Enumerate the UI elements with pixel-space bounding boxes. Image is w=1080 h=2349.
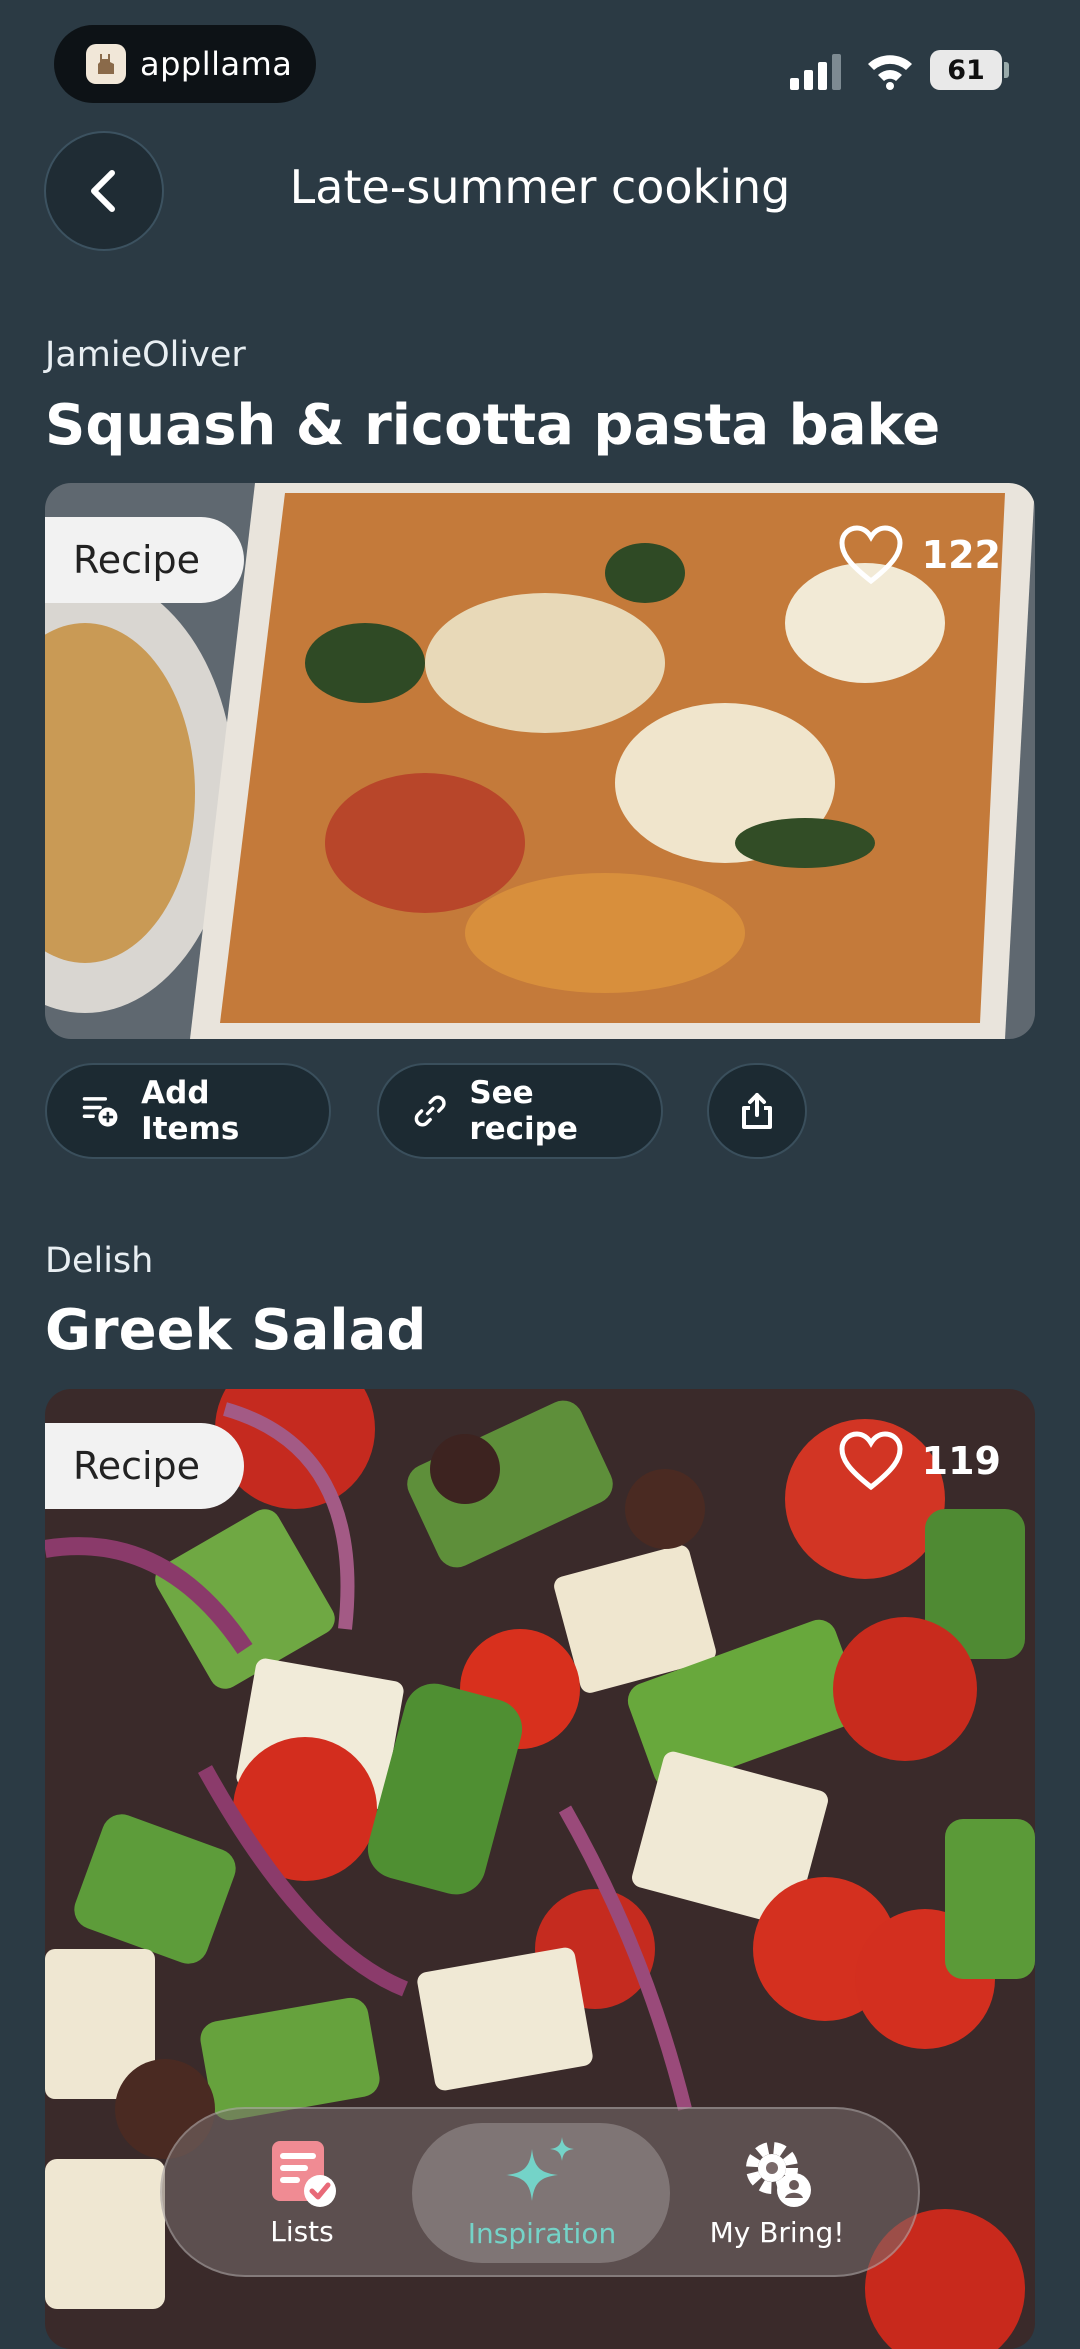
tab-my-bring-label: My Bring! xyxy=(709,2215,845,2249)
battery-nub xyxy=(1004,62,1009,78)
likes-count: 119 xyxy=(921,1439,1001,1483)
heart-icon[interactable] xyxy=(838,1431,904,1491)
lists-icon xyxy=(272,2140,336,2207)
likes[interactable]: 122 xyxy=(838,525,1001,585)
share-button[interactable] xyxy=(707,1063,807,1159)
add-items-button[interactable]: Add Items xyxy=(45,1063,331,1159)
link-icon xyxy=(414,1095,446,1127)
carrier-name: appllama xyxy=(140,45,293,83)
tab-inspiration-label: Inspiration xyxy=(467,2216,617,2250)
signal-icon xyxy=(790,54,841,90)
likes[interactable]: 119 xyxy=(838,1431,1001,1491)
see-recipe-label: See recipe xyxy=(469,1075,578,1147)
bottom-tab-bar: Lists Inspiration My Bring! xyxy=(160,2107,920,2277)
add-to-list-icon xyxy=(82,1097,118,1127)
tab-lists-label: Lists xyxy=(270,2214,334,2248)
likes-count: 122 xyxy=(921,533,1001,577)
sparkles-icon xyxy=(506,2136,574,2201)
recipe-type-badge: Recipe xyxy=(45,517,245,603)
status-bar: appllama 61 xyxy=(0,0,1080,110)
add-items-label: Add Items xyxy=(141,1075,240,1147)
settings-profile-icon xyxy=(746,2141,811,2207)
see-recipe-button[interactable]: See recipe xyxy=(377,1063,663,1159)
tab-my-bring[interactable]: My Bring! xyxy=(672,2109,882,2275)
recipe-source[interactable]: Delish xyxy=(45,1241,153,1281)
page-title: Late-summer cooking xyxy=(289,160,791,214)
recipe-source[interactable]: JamieOliver xyxy=(45,335,246,375)
battery-indicator: 61 xyxy=(930,50,1002,90)
share-icon xyxy=(742,1093,772,1129)
tab-inspiration[interactable]: Inspiration xyxy=(432,2109,652,2275)
tab-lists[interactable]: Lists xyxy=(202,2109,402,2275)
wifi-icon xyxy=(868,55,912,90)
recipe-type-badge: Recipe xyxy=(45,1423,245,1509)
recipe-image[interactable]: Recipe 122 xyxy=(45,483,1035,1039)
carrier-pill: appllama xyxy=(54,25,316,103)
llama-logo-icon xyxy=(86,44,126,84)
heart-icon[interactable] xyxy=(838,525,904,585)
recipe-title[interactable]: Squash & ricotta pasta bake xyxy=(45,393,940,458)
recipe-title[interactable]: Greek Salad xyxy=(45,1298,426,1363)
